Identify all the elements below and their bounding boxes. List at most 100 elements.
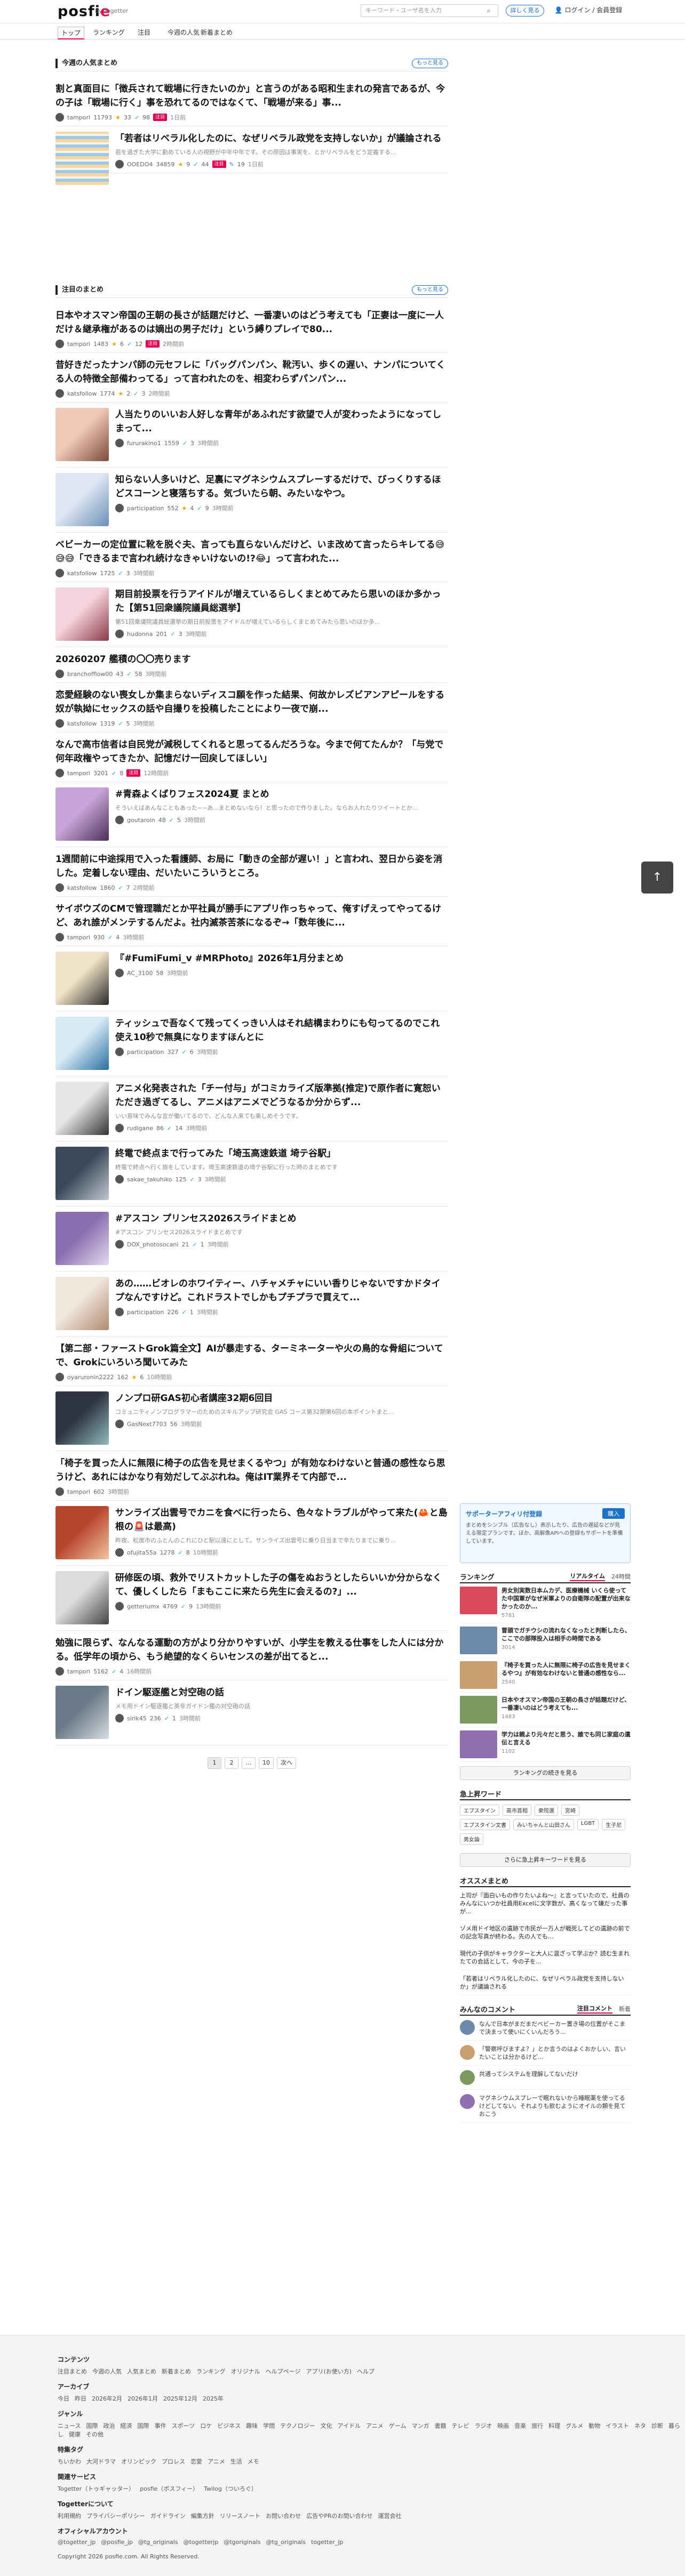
footer-link[interactable]: オリンピック bbox=[121, 2458, 156, 2465]
footer-link[interactable]: 大河ドラマ bbox=[86, 2458, 116, 2465]
item-title[interactable]: 終電で終点まで行ってみた「埼玉高速鉄道 埼テ谷駅」 bbox=[115, 1147, 448, 1161]
list-item[interactable]: なんで高市信者は自民党が減税してくれると思ってるんだろうな。今まで何てたんか？「… bbox=[55, 732, 448, 782]
item-title[interactable]: サンライズ出雲号でカニを食べに行ったら、色々なトラブルがやって来た(🦀と島根の🚨… bbox=[115, 1506, 448, 1534]
ranking-thumbnail[interactable] bbox=[460, 1587, 497, 1614]
item-title[interactable]: 割と真面目に「徴兵されて戦場に行きたいのか」と言うのがある昭和生まれの発言である… bbox=[55, 82, 448, 110]
user-name[interactable]: sakae_takuhiko bbox=[127, 1176, 172, 1183]
list-item[interactable]: 恋愛経験のない喪女しか集まらないディスコ願を作った結果、何故かレズビアンアピール… bbox=[55, 683, 448, 732]
item-title[interactable]: ベビーカーの定位置に靴を脱ぐ夫、言っても直らないんだけど、いま改めて言ったらキレ… bbox=[55, 538, 448, 566]
ranking-thumbnail[interactable] bbox=[460, 1696, 497, 1724]
user-name[interactable]: katsfollow bbox=[67, 570, 97, 577]
tab-24h[interactable]: 24時間 bbox=[611, 1572, 631, 1581]
footer-link[interactable]: 2026年1月 bbox=[128, 2395, 158, 2402]
ranking-item[interactable]: 男女別実数日本ムカデ、医療機械 いくら使ってた中国軍がなぜ米軍よりの自衛隊の配置… bbox=[460, 1583, 631, 1623]
footer-link[interactable]: リリースノート bbox=[220, 2513, 260, 2519]
user-name[interactable]: AC_3100 bbox=[127, 970, 153, 977]
item-thumbnail[interactable] bbox=[55, 1571, 109, 1624]
avatar[interactable] bbox=[55, 883, 64, 892]
user-name[interactable]: tampori bbox=[67, 934, 90, 941]
keyword-tag[interactable]: 高市首相 bbox=[503, 1805, 531, 1816]
user-name[interactable]: oyaruronin2222 bbox=[67, 1374, 114, 1381]
item-title[interactable]: 期目前投票を行うアイドルが増えているらしくまとめてみたら思いのほか多かった【第5… bbox=[115, 587, 448, 615]
avatar[interactable] bbox=[115, 1124, 124, 1132]
footer-link[interactable]: プロレス bbox=[162, 2458, 185, 2465]
item-thumbnail[interactable] bbox=[55, 1506, 109, 1559]
user-name[interactable]: OOEDO4 bbox=[127, 161, 153, 168]
avatar[interactable] bbox=[115, 1308, 124, 1316]
keyword-tag[interactable]: 宮崎 bbox=[561, 1805, 579, 1816]
avatar[interactable] bbox=[115, 439, 124, 447]
user-name[interactable]: participation bbox=[127, 505, 164, 512]
item-title[interactable]: 「椅子を買った人に無限に椅子の広告を見せまくるやつ」が有効なわけないと普通の感性… bbox=[55, 1456, 448, 1484]
footer-link[interactable]: 事件 bbox=[154, 2422, 166, 2429]
list-item[interactable]: あの……ビオレのホワイティー、ハチャメチャにいい香りじゃないですかドタイプなんで… bbox=[55, 1271, 448, 1337]
footer-link[interactable]: Twilog（ついろぐ） bbox=[204, 2485, 257, 2492]
avatar[interactable] bbox=[55, 1487, 64, 1496]
item-title[interactable]: サイボウズのCMで管理職だとか平社員が勝手にアプリ作っちゃって、俺すげえってやっ… bbox=[55, 902, 448, 930]
avatar[interactable] bbox=[55, 1667, 64, 1676]
list-item[interactable]: 割と真面目に「徴兵されて戦場に行きたいのか」と言うのがある昭和生まれの発言である… bbox=[55, 77, 448, 126]
footer-link[interactable]: イラスト bbox=[606, 2422, 629, 2429]
list-item[interactable]: ノンプロ研GAS初心者講座32期6回目 コミュニティノンプログラマーのためのスキル… bbox=[55, 1386, 448, 1451]
comment-item[interactable]: なんで日本がまだまだベビーカー置き場の位置がそこまで決まって使いにくいんだろう.… bbox=[460, 2016, 631, 2041]
footer-link[interactable]: 生活 bbox=[230, 2458, 242, 2465]
item-title[interactable]: ノンプロ研GAS初心者講座32期6回目 bbox=[115, 1391, 448, 1405]
list-item[interactable]: ティッシュで吾なくて残ってくっきい人はそれ結構まわりにも匂ってるのでこれ使え10… bbox=[55, 1011, 448, 1076]
footer-link[interactable]: アニメ bbox=[208, 2458, 225, 2465]
footer-link[interactable]: テレビ bbox=[451, 2422, 469, 2429]
list-item[interactable]: 研修医の頃、救外でリストカットした子の傷をぬおうとしたらいいか分からなくて、優し… bbox=[55, 1566, 448, 1631]
footer-link[interactable]: グルメ bbox=[565, 2422, 583, 2429]
footer-link[interactable]: ネタ bbox=[634, 2422, 646, 2429]
avatar[interactable] bbox=[115, 1602, 124, 1611]
avatar[interactable] bbox=[115, 816, 124, 824]
item-thumbnail[interactable] bbox=[55, 1017, 109, 1070]
user-name[interactable]: tampori bbox=[67, 1488, 90, 1495]
footer-link[interactable]: 政治 bbox=[103, 2422, 115, 2429]
item-title[interactable]: 研修医の頃、救外でリストカットした子の傷をぬおうとしたらいいか分からなくて、優し… bbox=[115, 1571, 448, 1599]
nav-tab[interactable]: トップ bbox=[58, 27, 85, 39]
recommend-item[interactable]: 「若者はリベラル化したのに、なぜリベラル政党を支持しないか」が議論される bbox=[460, 1970, 631, 1995]
nav-tab[interactable]: ランキング bbox=[90, 27, 128, 38]
page-button[interactable]: 10 bbox=[259, 1757, 274, 1769]
avatar[interactable] bbox=[460, 2070, 475, 2085]
keyword-tag[interactable]: 衆院選 bbox=[535, 1805, 558, 1816]
list-item[interactable]: 「若者はリベラル化したのに、なぜリベラル政党を支持しないか」が議論される 若を過ぎ… bbox=[55, 126, 448, 185]
footer-link[interactable]: 今日 bbox=[58, 2395, 69, 2402]
footer-link[interactable]: 利用規約 bbox=[58, 2513, 81, 2519]
ranking-thumbnail[interactable] bbox=[460, 1661, 497, 1689]
avatar[interactable] bbox=[460, 2094, 475, 2109]
item-title[interactable]: 知らない人多いけど、足裏にマグネシウムスプレーするだけで、びっくりするほどスコー… bbox=[115, 473, 448, 501]
avatar[interactable] bbox=[115, 1420, 124, 1428]
ranking-item[interactable]: 『椅子を買った人に無限に椅子の広告を見せまくるやつ』が有効なわけないと普通の感性… bbox=[460, 1658, 631, 1693]
tab-featured-comments[interactable]: 注目コメント bbox=[577, 2004, 612, 2014]
item-title[interactable]: 【第二部・ファーストGrok篇全文】AIが暴走する、ターミネーターや火の鳥的な骨… bbox=[55, 1342, 448, 1370]
keywords-more-button[interactable]: さらに急上昇キーワードを見る bbox=[460, 1853, 631, 1867]
comment-item[interactable]: 「警察呼びますよ？」とか言うのはよくおかしい、言いたいことは分かるけど... bbox=[460, 2041, 631, 2066]
item-title[interactable]: #アスコン プリンセス2026スライドまとめ bbox=[115, 1212, 448, 1226]
avatar[interactable] bbox=[55, 113, 64, 122]
item-thumbnail[interactable] bbox=[55, 408, 109, 461]
footer-link[interactable]: プライバシーポリシー bbox=[86, 2513, 145, 2519]
recommend-title[interactable]: ゾメ用ドイ地区の遺跡で市民が一万人が戦死してどの遺跡の前での記念写真が終わる。先… bbox=[460, 1925, 631, 1941]
user-name[interactable]: tampori bbox=[67, 770, 90, 777]
footer-link[interactable]: @togetterjp bbox=[184, 2539, 219, 2546]
item-title[interactable]: 恋愛経験のない喪女しか集まらないディスコ願を作った結果、何故かレズビアンアピール… bbox=[55, 688, 448, 716]
footer-link[interactable]: 音楽 bbox=[514, 2422, 526, 2429]
user-name[interactable]: tampori bbox=[67, 341, 90, 348]
recommend-title[interactable]: 「若者はリベラル化したのに、なぜリベラル政党を支持しないか」が議論される bbox=[460, 1975, 631, 1991]
item-title[interactable]: あの……ビオレのホワイティー、ハチャメチャにいい香りじゃないですかドタイプなんで… bbox=[115, 1277, 448, 1305]
item-title[interactable]: 20260207 艦積の〇〇売ります bbox=[55, 653, 448, 666]
item-thumbnail[interactable] bbox=[55, 1082, 109, 1135]
footer-link[interactable]: @tg_originals bbox=[266, 2539, 306, 2546]
promo-join-button[interactable]: 購入 bbox=[602, 1508, 625, 1519]
item-title[interactable]: 『#FumiFumi_v #MRPhoto』2026年1月分まとめ bbox=[115, 952, 448, 965]
avatar[interactable] bbox=[460, 2020, 475, 2035]
keyword-tag[interactable]: エプスタイン文書 bbox=[460, 1819, 510, 1830]
list-item[interactable]: 昔好きだったナンパ師の元セフレに「バッグパンパン、靴汚い、歩くの遅い、ナンパにつ… bbox=[55, 353, 448, 402]
user-name[interactable]: goutaroin bbox=[127, 817, 155, 824]
footer-link[interactable]: @togetter_jp bbox=[58, 2539, 95, 2546]
footer-link[interactable]: ヘルプ bbox=[357, 2368, 375, 2375]
footer-link[interactable]: 恋愛 bbox=[190, 2458, 202, 2465]
recommend-item[interactable]: ゾメ用ドイ地区の遺跡で市民が一万人が戦死してどの遺跡の前での記念写真が終わる。先… bbox=[460, 1920, 631, 1945]
item-title[interactable]: 勉強に限らず、なんなる運動の方がより分かりやすいが、小学生を教える仕事をした人に… bbox=[55, 1636, 448, 1664]
